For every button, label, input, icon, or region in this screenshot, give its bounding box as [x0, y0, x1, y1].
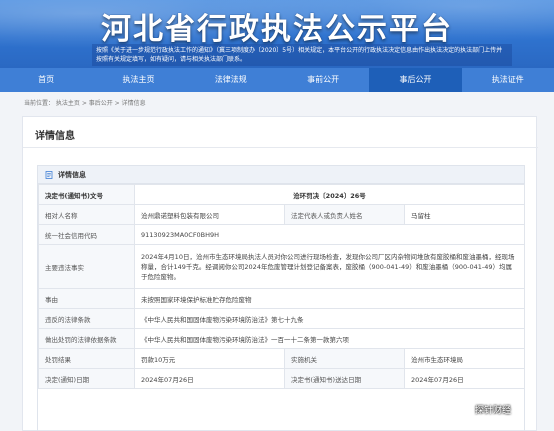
penalty-basis-label: 做出处罚的法律依据条款 — [38, 328, 135, 349]
table-row: 决定书(通知书)文号 沧环罚决〔2024〕26号 — [38, 184, 525, 205]
reason-value: 未按照国家环境保护标准贮存危险废物 — [134, 288, 525, 309]
main-nav: 首页 执法主页 法律法规 事前公开 事后公开 执法证件 — [0, 68, 554, 92]
facts-label: 主要违法事实 — [38, 244, 135, 289]
card-title: 详情信息 — [35, 131, 75, 142]
table-row: 统一社会信用代码 91130923MA0CF0BH9H — [38, 224, 525, 245]
table-row: 决定(通知)日期 2024年07月26日 决定书(通知书)送达日期 2024年0… — [38, 368, 525, 389]
card-divider — [23, 147, 538, 148]
nav-item-laws[interactable]: 法律法规 — [185, 68, 277, 92]
banner-notice: 按照《关于进一步规范行政执法工作的通知》（冀三项制度办〔2020〕5号）相关规定… — [92, 44, 512, 66]
decision-date-value: 2024年07月26日 — [134, 368, 285, 389]
panel-title: 详情信息 — [58, 171, 86, 179]
detail-panel: 详情信息 决定书(通知书)文号 沧环罚决〔2024〕26号 相对人名称 沧州鼎诺… — [37, 165, 525, 431]
legal-rep-label: 法定代表人或负责人姓名 — [284, 204, 405, 225]
nav-item-home[interactable]: 首页 — [0, 68, 92, 92]
reason-label: 事由 — [38, 288, 135, 309]
table-row: 事由 未按照国家环境保护标准贮存危险废物 — [38, 288, 525, 309]
delivery-date-label: 决定书(通知书)送达日期 — [284, 368, 405, 389]
violated-law-value: 《中华人民共和国固体废物污染环境防治法》第七十九条 — [134, 308, 525, 329]
watermark-text: 探针财经 — [475, 405, 512, 416]
party-name-label: 相对人名称 — [38, 204, 135, 225]
decision-date-label: 决定(通知)日期 — [38, 368, 135, 389]
credit-code-value: 91130923MA0CF0BH9H — [134, 224, 525, 245]
table-row: 做出处罚的法律依据条款 《中华人民共和国固体废物污染环境防治法》一百一十二条第一… — [38, 328, 525, 349]
facts-value: 2024年4月10日，沧州市生态环境局执法人员对你公司进行现场检查，发现你公司厂… — [134, 244, 525, 289]
panel-header: 详情信息 — [38, 166, 524, 184]
party-name-value: 沧州鼎诺塑料包装有限公司 — [134, 204, 285, 225]
detail-card: 详情信息 详情信息 决定书(通知书)文号 沧环罚决〔2024〕26号 相对人名称… — [22, 116, 538, 431]
table-row: 处罚结果 罚款10万元 实施机关 沧州市生态环境局 — [38, 348, 525, 369]
violated-law-label: 违反的法律条款 — [38, 308, 135, 329]
doc-number-value: 沧环罚决〔2024〕26号 — [134, 184, 525, 205]
table-row: 相对人名称 沧州鼎诺塑料包装有限公司 法定代表人或负责人姓名 马留柱 — [38, 204, 525, 225]
credit-code-label: 统一社会信用代码 — [38, 224, 135, 245]
watermark: 探针财经 — [458, 400, 550, 418]
breadcrumb: 当前位置： 执法主页 > 事后公开 > 详情信息 — [24, 100, 146, 107]
document-icon — [45, 171, 53, 179]
table-row: 主要违法事实 2024年4月10日，沧州市生态环境局执法人员对你公司进行现场检查… — [38, 244, 525, 289]
nav-item-pre-disclosure[interactable]: 事前公开 — [277, 68, 369, 92]
nav-item-post-disclosure[interactable]: 事后公开 — [369, 68, 462, 92]
site-title: 河北省行政执法公示平台 — [101, 12, 453, 47]
watermark-logo-icon — [458, 402, 472, 416]
table-row: 违反的法律条款 《中华人民共和国固体废物污染环境防治法》第七十九条 — [38, 308, 525, 329]
agency-value: 沧州市生态环境局 — [404, 348, 525, 369]
nav-item-certificates[interactable]: 执法证件 — [462, 68, 554, 92]
result-label: 处罚结果 — [38, 348, 135, 369]
doc-number-label: 决定书(通知书)文号 — [38, 184, 135, 205]
header-banner: 河北省行政执法公示平台 按照《关于进一步规范行政执法工作的通知》（冀三项制度办〔… — [0, 0, 554, 68]
result-value: 罚款10万元 — [134, 348, 285, 369]
penalty-basis-value: 《中华人民共和国固体废物污染环境防治法》一百一十二条第一款第六项 — [134, 328, 525, 349]
detail-table: 决定书(通知书)文号 沧环罚决〔2024〕26号 相对人名称 沧州鼎诺塑料包装有… — [38, 184, 525, 389]
delivery-date-value: 2024年07月26日 — [404, 368, 525, 389]
legal-rep-value: 马留柱 — [404, 204, 525, 225]
nav-item-enforcement-home[interactable]: 执法主页 — [92, 68, 184, 92]
agency-label: 实施机关 — [284, 348, 405, 369]
